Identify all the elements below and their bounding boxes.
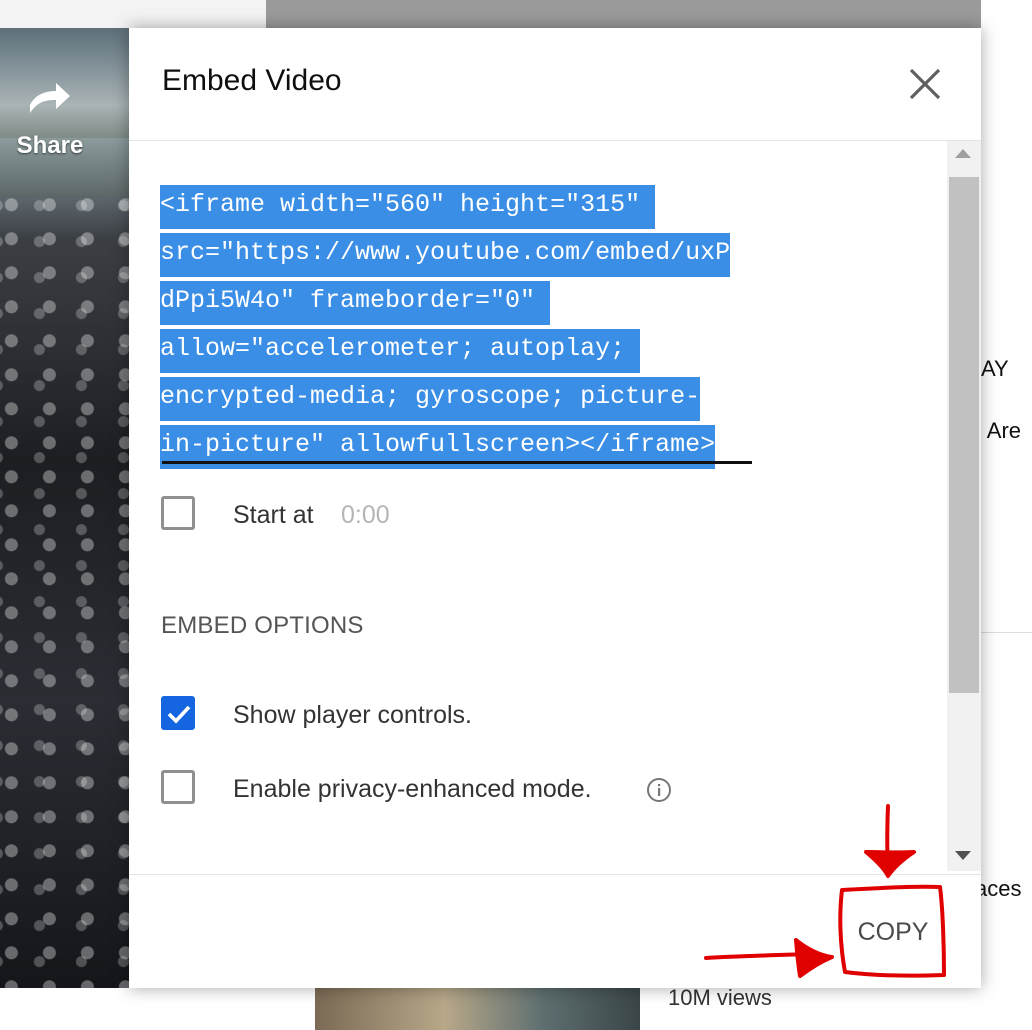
embed-code-line: src="https://www.youtube.com/embed/uxP [160,233,731,277]
start-at-checkbox[interactable] [161,496,195,530]
scroll-up-arrow-icon[interactable] [955,149,971,158]
scroll-down-arrow-icon[interactable] [955,851,971,860]
page-background-top [266,0,981,28]
embed-options-heading: EMBED OPTIONS [161,612,364,639]
related-video-thumbnail[interactable] [315,988,640,1030]
info-icon[interactable] [646,777,671,802]
dialog-scrollbar[interactable] [947,141,981,871]
privacy-mode-label: Enable privacy-enhanced mode. [233,775,592,803]
start-at-label: Start at [233,501,314,529]
dialog-body: <iframe width="560" height="315" src="ht… [129,141,947,858]
privacy-mode-checkbox[interactable] [161,770,195,804]
embed-code-line: dPpi5W4o" frameborder="0" [160,281,551,325]
related-fragment: aces [981,876,1022,901]
embed-code-line: encrypted-media; gyroscope; picture- [160,377,701,421]
embed-code-line: <iframe width="560" height="315" [160,185,656,229]
embed-video-dialog: Embed Video <iframe width="560" height="… [129,28,981,988]
embed-code-textarea[interactable]: <iframe width="560" height="315" src="ht… [160,181,760,469]
embed-code-underline [162,461,752,464]
embed-code-line: allow="accelerometer; autoplay; [160,329,641,373]
check-icon [167,705,191,724]
show-player-controls-label: Show player controls. [233,701,473,729]
footer-divider [129,874,981,875]
dialog-header: Embed Video [129,28,981,141]
related-divider [981,632,1032,633]
dialog-title: Embed Video [162,64,342,97]
related-video-views: 10M views [668,985,772,1010]
related-videos-background: AY l Are aces [981,0,1032,1030]
page-background-top-left [0,0,266,28]
share-label: Share [16,132,84,159]
related-fragment: l Are [981,418,1022,443]
video-player-background: Share [0,28,129,988]
close-icon [909,68,941,100]
scrollbar-thumb[interactable] [949,177,979,693]
share-button[interactable]: Share [0,83,100,160]
related-fragment: AY [981,356,1009,381]
show-player-controls-checkbox[interactable] [161,696,195,730]
copy-button[interactable]: COPY [841,910,945,954]
start-at-time-input[interactable]: 0:00 [341,501,390,530]
share-icon [0,83,100,128]
close-button[interactable] [901,64,949,104]
